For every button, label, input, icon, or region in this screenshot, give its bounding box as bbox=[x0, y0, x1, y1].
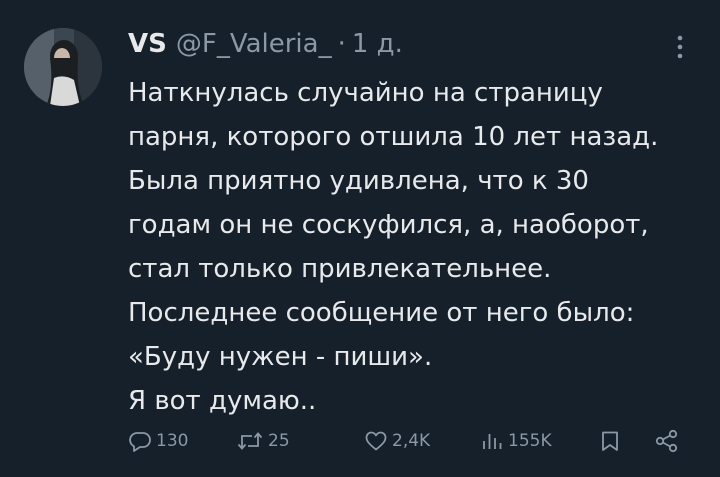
tweet-text-line: Последнее сообщение от него было: bbox=[128, 298, 635, 328]
tweet-text: Наткнулась случайно на страницу парня, к… bbox=[128, 71, 708, 423]
heart-icon bbox=[364, 429, 388, 453]
views-bar-icon bbox=[480, 429, 504, 453]
retweet-count: 25 bbox=[268, 431, 290, 451]
tweet: VS @F_Valeria_ · 1 д. Наткнулась случайн… bbox=[0, 0, 720, 477]
tweet-text-line: стал только привлекательнее. bbox=[128, 254, 552, 284]
share-button[interactable] bbox=[654, 424, 680, 458]
reply-icon bbox=[128, 429, 152, 453]
retweet-icon bbox=[236, 429, 264, 453]
tweet-text-line: «Буду нужен - пиши». bbox=[128, 342, 433, 372]
more-vertical-icon[interactable] bbox=[670, 32, 690, 62]
views-button[interactable]: 155K bbox=[480, 424, 552, 458]
action-bar: 130 25 2,4K 155K bbox=[128, 424, 698, 458]
tweet-text-line: парня, которого отшила 10 лет назад. bbox=[128, 122, 659, 152]
like-button[interactable]: 2,4K bbox=[364, 424, 430, 458]
bookmark-icon bbox=[598, 429, 622, 453]
tweet-text-line: годам он не соскуфился, а, наоборот, bbox=[128, 210, 649, 240]
reply-button[interactable]: 130 bbox=[128, 424, 188, 458]
user-handle[interactable]: @F_Valeria_ bbox=[176, 26, 332, 62]
tweet-text-line: Была приятно удивлена, что к 30 bbox=[128, 166, 589, 196]
share-icon bbox=[654, 429, 680, 453]
tweet-text-line: Наткнулась случайно на страницу bbox=[128, 78, 603, 108]
avatar[interactable] bbox=[24, 28, 102, 106]
like-count: 2,4K bbox=[392, 431, 431, 451]
bookmark-button[interactable] bbox=[598, 424, 622, 458]
reply-count: 130 bbox=[156, 431, 189, 451]
retweet-button[interactable]: 25 bbox=[236, 424, 290, 458]
timestamp[interactable]: 1 д. bbox=[352, 26, 403, 62]
display-name[interactable]: VS bbox=[128, 26, 167, 62]
tweet-text-line: Я вот думаю.. bbox=[128, 386, 317, 416]
tweet-header: VS @F_Valeria_ · 1 д. bbox=[128, 26, 403, 62]
separator-dot: · bbox=[337, 29, 346, 59]
views-count: 155K bbox=[508, 431, 552, 451]
